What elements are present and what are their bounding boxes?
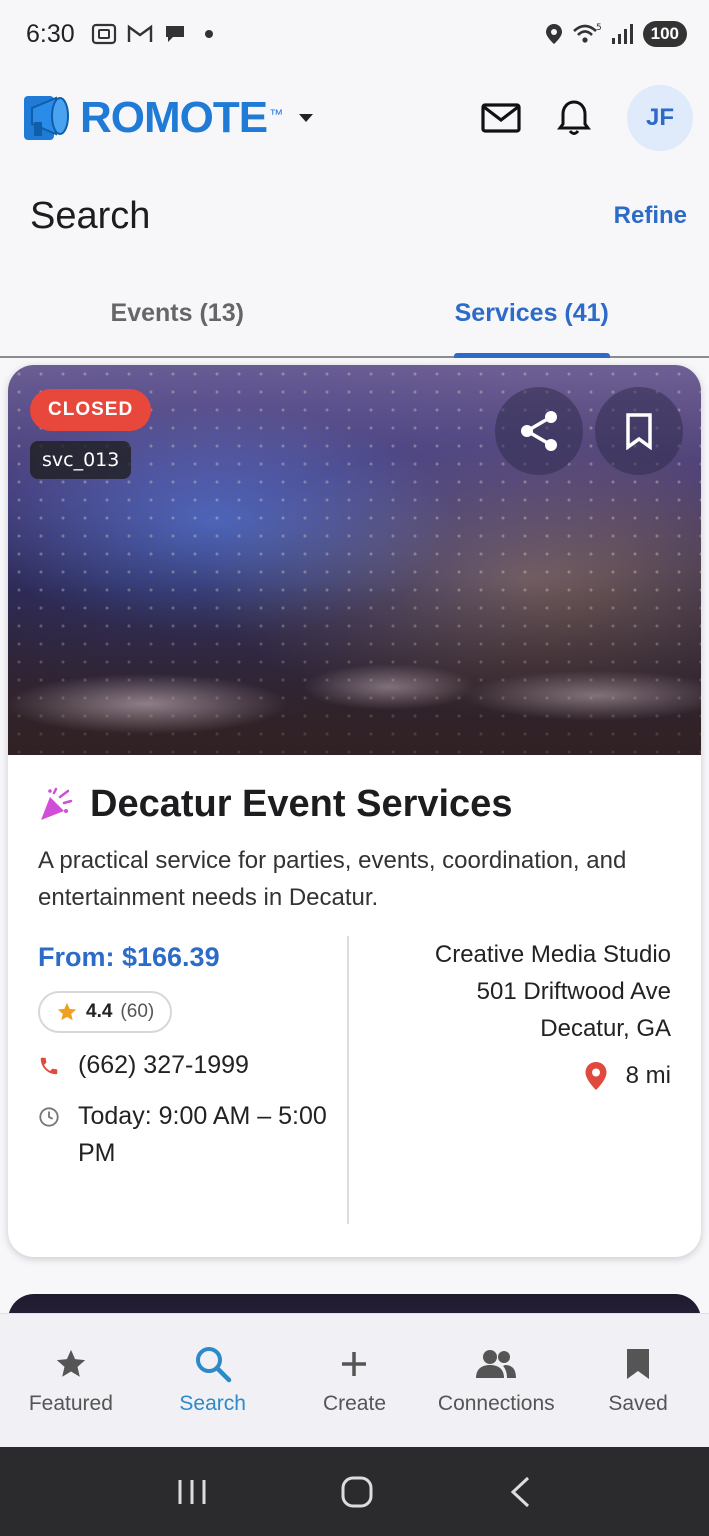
star-icon bbox=[56, 1349, 86, 1377]
party-popper-icon bbox=[41, 787, 73, 820]
address-line2: Decatur, GA bbox=[540, 1015, 671, 1042]
card-body: Decatur Event Services A practical servi… bbox=[8, 755, 701, 1224]
nav-item-featured[interactable]: Featured bbox=[0, 1314, 142, 1447]
plus-icon bbox=[342, 1351, 367, 1376]
bell-icon[interactable] bbox=[557, 99, 591, 137]
phone-icon bbox=[40, 1057, 58, 1075]
address-line1: 501 Driftwood Ave bbox=[476, 978, 671, 1005]
tab-bar: Events (13) Services (41) bbox=[0, 270, 709, 358]
nav-item-create[interactable]: Create bbox=[284, 1314, 426, 1447]
bookmark-button[interactable] bbox=[595, 387, 683, 475]
location-icon bbox=[545, 24, 562, 44]
nav-label-saved: Saved bbox=[608, 1391, 668, 1415]
share-icon bbox=[521, 411, 557, 451]
nav-label-create: Create bbox=[322, 1391, 386, 1415]
back-icon[interactable] bbox=[508, 1475, 532, 1509]
rating-value: 4.4 bbox=[86, 1001, 113, 1022]
refine-button[interactable]: Refine bbox=[614, 202, 687, 230]
chevron-down-icon[interactable] bbox=[299, 114, 314, 122]
signal-icon bbox=[611, 24, 633, 44]
app-logo[interactable]: ROMOTE ™ bbox=[22, 90, 314, 146]
tab-events[interactable]: Events (13) bbox=[0, 270, 355, 356]
phone-row[interactable]: (662) 327-1999 bbox=[38, 1047, 347, 1084]
service-price: From: $166.39 bbox=[38, 942, 220, 972]
provider-name: Creative Media Studio bbox=[434, 941, 671, 968]
nav-label-featured: Featured bbox=[28, 1391, 113, 1415]
distance-text: 8 mi bbox=[625, 1062, 671, 1089]
nav-item-connections[interactable]: Connections bbox=[425, 1314, 567, 1447]
system-nav-bar bbox=[0, 1447, 709, 1536]
nav-item-search[interactable]: Search bbox=[142, 1314, 284, 1447]
status-badge: CLOSED bbox=[30, 389, 152, 431]
clock-icon bbox=[39, 1107, 59, 1127]
status-time: 6:30 bbox=[26, 19, 75, 48]
nav-item-saved[interactable]: Saved bbox=[567, 1314, 709, 1447]
nav-label-search: Search bbox=[179, 1391, 246, 1415]
card-details: From: $166.39 4.4 (60) (662) 327-1999 To… bbox=[38, 936, 671, 1224]
service-card[interactable]: CLOSED svc_013 Decatur Event Services A … bbox=[8, 365, 701, 1257]
status-right: 5 100 bbox=[545, 21, 687, 47]
service-title[interactable]: Decatur Event Services bbox=[90, 783, 512, 826]
status-left: 6:30 bbox=[26, 20, 213, 49]
battery-indicator: 100 bbox=[642, 21, 687, 47]
map-pin-icon bbox=[585, 1061, 607, 1090]
details-right: Creative Media Studio 501 Driftwood Ave … bbox=[349, 936, 671, 1224]
avatar[interactable]: JF bbox=[627, 85, 693, 151]
app-header: ROMOTE ™ JF bbox=[0, 68, 709, 168]
logo-trademark: ™ bbox=[269, 106, 284, 122]
recent-apps-icon[interactable] bbox=[177, 1478, 207, 1506]
service-image[interactable]: CLOSED svc_013 bbox=[8, 365, 701, 755]
mail-icon[interactable] bbox=[481, 102, 521, 134]
details-left: From: $166.39 4.4 (60) (662) 327-1999 To… bbox=[38, 936, 349, 1224]
logo-text: ROMOTE bbox=[80, 93, 268, 142]
image-tables bbox=[8, 585, 701, 755]
people-icon bbox=[476, 1349, 517, 1378]
hours-row: Today: 9:00 AM – 5:00 PM bbox=[38, 1098, 347, 1172]
rating-chip[interactable]: 4.4 (60) bbox=[38, 991, 173, 1033]
nav-label-connections: Connections bbox=[437, 1391, 555, 1415]
rating-count: (60) bbox=[120, 1001, 155, 1022]
tab-services[interactable]: Services (41) bbox=[355, 270, 709, 356]
bookmark-outline-icon bbox=[626, 413, 652, 450]
search-title-row: Search Refine bbox=[0, 180, 709, 252]
service-id-badge: svc_013 bbox=[30, 441, 132, 479]
screenshot-icon bbox=[91, 23, 116, 45]
search-icon bbox=[195, 1346, 231, 1382]
service-description: A practical service for parties, events,… bbox=[38, 847, 627, 911]
phone-number[interactable]: (662) 327-1999 bbox=[78, 1047, 249, 1084]
home-icon[interactable] bbox=[340, 1475, 374, 1509]
card-title-row: Decatur Event Services bbox=[38, 783, 671, 826]
star-icon bbox=[57, 1002, 77, 1021]
header-actions: JF bbox=[481, 85, 693, 151]
distance-row[interactable]: 8 mi bbox=[349, 1057, 671, 1094]
wifi-icon: 5 bbox=[572, 23, 602, 43]
status-bar: 6:30 5 100 bbox=[0, 0, 709, 68]
bookmark-icon bbox=[627, 1348, 650, 1379]
gmail-icon bbox=[127, 24, 152, 42]
bottom-nav: Featured Search Create Connections Saved bbox=[0, 1313, 709, 1447]
page-title: Search bbox=[30, 194, 151, 237]
chat-icon bbox=[165, 26, 184, 42]
notification-dot-icon bbox=[204, 30, 213, 38]
hours-text: Today: 9:00 AM – 5:00 PM bbox=[78, 1102, 327, 1167]
svg-text:5: 5 bbox=[596, 23, 602, 33]
share-button[interactable] bbox=[495, 387, 583, 475]
megaphone-logo-icon bbox=[24, 96, 69, 140]
